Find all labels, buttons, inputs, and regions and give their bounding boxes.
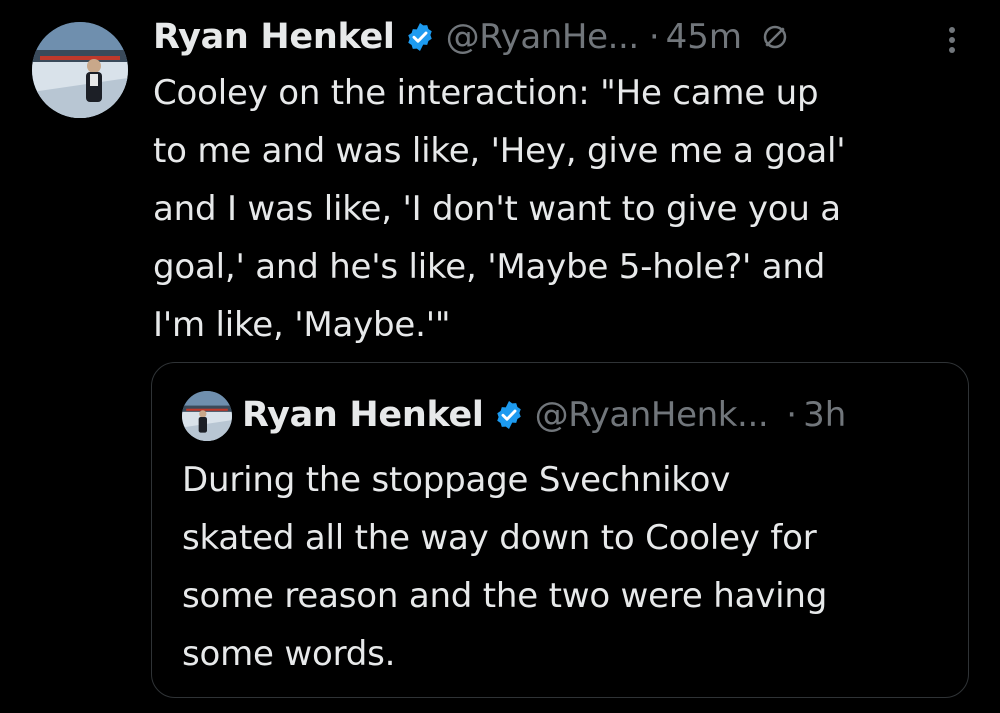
quoted-tweet-card[interactable]: Ryan Henkel @RyanHenk... · 3h During the…	[151, 362, 969, 698]
tweet-text-line: Cooley on the interaction: "He came up	[153, 73, 819, 113]
author-name[interactable]: Ryan Henkel	[153, 17, 395, 57]
author-handle[interactable]: @RyanHe...	[446, 17, 640, 57]
quoted-tweet-header: Ryan Henkel @RyanHenk... · 3h	[242, 385, 846, 445]
tweet[interactable]: Ryan Henkel @RyanHe... · 45m Cooley on t…	[0, 0, 1000, 713]
quoted-tweet-timestamp: 3h	[803, 395, 847, 435]
quoted-text-line: some words.	[182, 634, 396, 674]
verified-badge-icon	[404, 21, 436, 53]
more-options-icon[interactable]	[940, 22, 964, 58]
tweet-header: Ryan Henkel @RyanHe... · 45m	[153, 10, 790, 64]
quoted-author-handle: @RyanHenk...	[534, 395, 769, 435]
quoted-author-name: Ryan Henkel	[242, 395, 484, 435]
edit-history-icon[interactable]	[760, 22, 790, 52]
rink-photo-avatar	[32, 22, 128, 118]
separator-dot: ·	[648, 17, 660, 57]
separator-dot: ·	[786, 395, 798, 435]
quoted-text-line: some reason and the two were having	[182, 576, 828, 616]
tweet-text-line: to me and was like, 'Hey, give me a goal…	[153, 131, 846, 171]
tweet-text-line: goal,' and he's like, 'Maybe 5-hole?' an…	[153, 247, 826, 287]
rink-photo-avatar	[182, 391, 232, 441]
tweet-text-line: I'm like, 'Maybe.'"	[153, 305, 451, 345]
quoted-text-line: skated all the way down to Cooley for	[182, 518, 817, 558]
verified-badge-icon	[493, 399, 525, 431]
tweet-text-line: and I was like, 'I don't want to give yo…	[153, 189, 841, 229]
quoted-author-avatar	[182, 391, 232, 441]
tweet-timestamp[interactable]: 45m	[666, 17, 742, 57]
author-avatar[interactable]	[32, 22, 128, 118]
quoted-tweet-text: During the stoppage Svechnikov skated al…	[182, 451, 962, 683]
quoted-text-line: During the stoppage Svechnikov	[182, 460, 731, 500]
tweet-text: Cooley on the interaction: "He came up t…	[153, 64, 963, 354]
